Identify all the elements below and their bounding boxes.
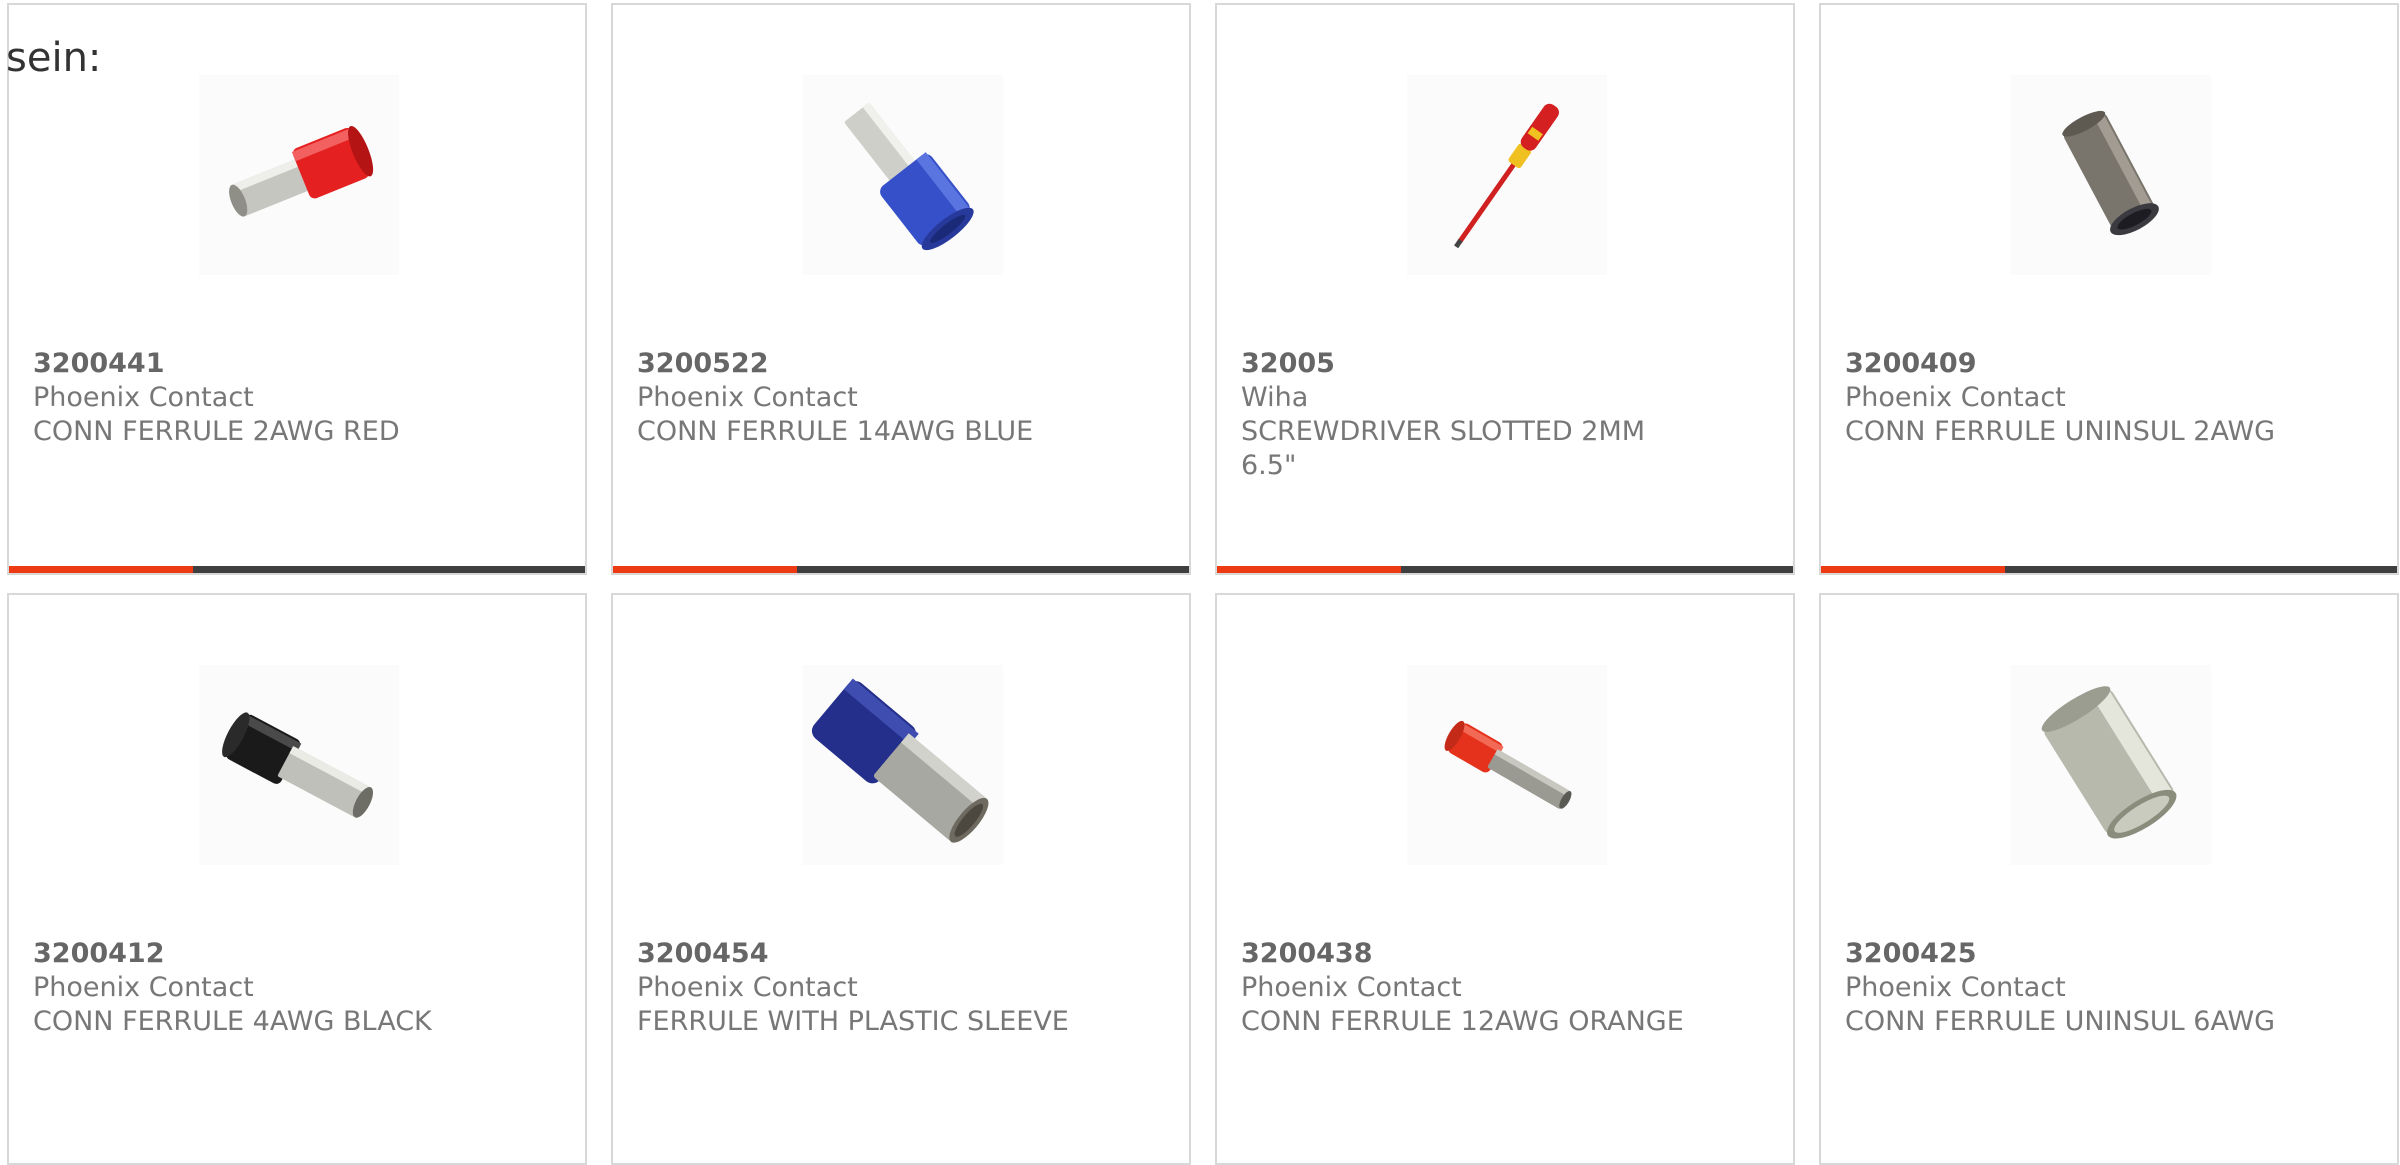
product-description: CONN FERRULE UNINSUL 2AWG (1845, 416, 2276, 447)
manufacturer-name: Phoenix Contact (33, 972, 254, 1003)
product-info: 32005 Wiha SCREWDRIVER SLOTTED 2MM 6.5" (1241, 347, 1761, 483)
manufacturer-name: Wiha (1241, 382, 1309, 413)
product-card[interactable]: 3200438 Phoenix Contact CONN FERRULE 12A… (1215, 593, 1795, 1165)
card-accent-bar-fill (1821, 566, 2006, 573)
product-description: SCREWDRIVER SLOTTED 2MM 6.5" (1241, 416, 1646, 481)
manufacturer-name: Phoenix Contact (1845, 382, 2066, 413)
card-accent-bar-fill (1217, 566, 1402, 573)
uninsulated-ferrule-icon (2062, 110, 2159, 236)
manufacturer-name: Phoenix Contact (1845, 972, 2066, 1003)
screwdriver-icon (1454, 103, 1559, 249)
black-ferrule-image[interactable] (199, 665, 399, 865)
card-accent-bar (1217, 566, 1793, 573)
product-card[interactable]: 3200425 Phoenix Contact CONN FERRULE UNI… (1819, 593, 2399, 1165)
screwdriver-image[interactable] (1407, 75, 1607, 275)
product-card[interactable]: 3200409 Phoenix Contact CONN FERRULE UNI… (1819, 3, 2399, 575)
part-number-link[interactable]: 3200412 (33, 937, 553, 971)
product-grid: 3200441 Phoenix Contact CONN FERRULE 2AW… (7, 3, 2399, 1165)
card-accent-bar (9, 566, 585, 573)
black-ferrule-icon (222, 712, 374, 818)
product-info: 3200409 Phoenix Contact CONN FERRULE UNI… (1845, 347, 2365, 449)
blue-ferrule-image[interactable] (803, 75, 1003, 275)
part-number-link[interactable]: 3200454 (637, 937, 1157, 971)
manufacturer-name: Phoenix Contact (1241, 972, 1462, 1003)
product-description: CONN FERRULE 2AWG RED (33, 416, 400, 447)
card-accent-bar-fill (9, 566, 194, 573)
uninsulated-ferrule-image[interactable] (2011, 75, 2211, 275)
product-info: 3200412 Phoenix Contact CONN FERRULE 4AW… (33, 937, 553, 1039)
part-number-link[interactable]: 3200438 (1241, 937, 1761, 971)
manufacturer-name: Phoenix Contact (637, 972, 858, 1003)
part-number-link[interactable]: 3200522 (637, 347, 1157, 381)
product-description: CONN FERRULE 12AWG ORANGE (1241, 1006, 1684, 1037)
orange-ferrule-image[interactable] (1407, 665, 1607, 865)
product-description: FERRULE WITH PLASTIC SLEEVE (637, 1006, 1069, 1037)
card-accent-bar-fill (613, 566, 798, 573)
navy-ferrule-image[interactable] (803, 665, 1003, 865)
product-description: CONN FERRULE 4AWG BLACK (33, 1006, 432, 1037)
manufacturer-name: Phoenix Contact (33, 382, 254, 413)
part-number-link[interactable]: 3200425 (1845, 937, 2365, 971)
product-info: 3200522 Phoenix Contact CONN FERRULE 14A… (637, 347, 1157, 449)
product-info: 3200454 Phoenix Contact FERRULE WITH PLA… (637, 937, 1157, 1039)
part-number-link[interactable]: 32005 (1241, 347, 1761, 381)
product-card[interactable]: 3200441 Phoenix Contact CONN FERRULE 2AW… (7, 3, 587, 575)
product-description: CONN FERRULE 14AWG BLUE (637, 416, 1034, 447)
uninsulated-ferrule-image[interactable] (2011, 665, 2211, 865)
blue-ferrule-icon (844, 102, 974, 251)
uninsulated-ferrule-icon (2041, 686, 2177, 839)
product-info: 3200438 Phoenix Contact CONN FERRULE 12A… (1241, 937, 1761, 1039)
orange-ferrule-icon (1444, 720, 1572, 809)
product-description: CONN FERRULE UNINSUL 6AWG (1845, 1006, 2276, 1037)
part-number-link[interactable]: 3200441 (33, 347, 553, 381)
product-card[interactable]: 32005 Wiha SCREWDRIVER SLOTTED 2MM 6.5" (1215, 3, 1795, 575)
product-info: 3200441 Phoenix Contact CONN FERRULE 2AW… (33, 347, 553, 449)
product-info: 3200425 Phoenix Contact CONN FERRULE UNI… (1845, 937, 2365, 1039)
red-ferrule-icon (229, 125, 374, 217)
navy-ferrule-icon (811, 678, 989, 843)
part-number-link[interactable]: 3200409 (1845, 347, 2365, 381)
red-ferrule-image[interactable] (199, 75, 399, 275)
card-accent-bar (1821, 566, 2397, 573)
product-card[interactable]: 3200522 Phoenix Contact CONN FERRULE 14A… (611, 3, 1191, 575)
intro-text: sein: (6, 35, 102, 81)
product-card[interactable]: 3200454 Phoenix Contact FERRULE WITH PLA… (611, 593, 1191, 1165)
card-accent-bar (613, 566, 1189, 573)
product-card[interactable]: 3200412 Phoenix Contact CONN FERRULE 4AW… (7, 593, 587, 1165)
manufacturer-name: Phoenix Contact (637, 382, 858, 413)
